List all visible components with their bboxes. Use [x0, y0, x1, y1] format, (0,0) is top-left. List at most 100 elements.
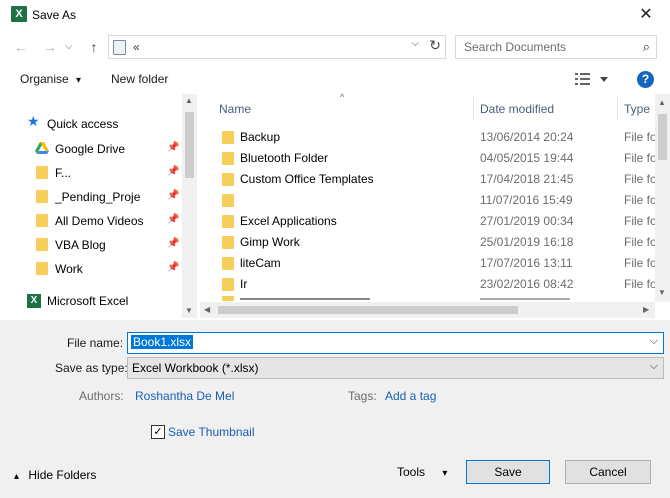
file-row[interactable]: Custom Office Templates 17/04/2018 21:45…: [200, 169, 657, 190]
navigation-pane: ★ Quick access Google Drive 📌 F... 📌 _Pe…: [0, 94, 197, 318]
google-drive-icon: [35, 142, 49, 154]
file-type: File fo: [624, 214, 657, 228]
excel-icon: X: [11, 6, 27, 22]
file-date: 17/04/2018 21:45: [480, 172, 574, 186]
nav-item-work[interactable]: Work 📌: [0, 257, 182, 281]
tags-label: Tags:: [348, 389, 377, 403]
tools-label: Tools: [397, 465, 426, 479]
scroll-up-icon[interactable]: ▲: [658, 98, 666, 107]
back-button[interactable]: ←: [11, 37, 31, 57]
file-name: Custom Office Templates: [240, 172, 374, 186]
pin-icon: 📌: [167, 238, 180, 249]
file-row[interactable]: Gimp Work 25/01/2019 16:18 File fo: [200, 232, 657, 253]
file-name-value: Book1.xlsx: [131, 335, 194, 349]
file-row[interactable]: Ir 23/02/2016 08:42 File fo: [200, 274, 657, 295]
file-name: Backup: [240, 130, 281, 144]
nav-item-folder[interactable]: F... 📌: [0, 161, 182, 185]
address-path: «: [133, 40, 140, 54]
file-row[interactable]: Bluetooth Folder 04/05/2015 19:44 File f…: [200, 148, 657, 169]
file-type: File fo: [624, 235, 657, 249]
save-as-dialog: X Save As ✕ ← → ⌵ ↑ « ⌵ ↻ Search Documen…: [0, 0, 670, 498]
close-button[interactable]: ✕: [631, 4, 661, 26]
nav-item-pending-projects[interactable]: _Pending_Proje 📌: [0, 185, 182, 209]
view-options-button[interactable]: [575, 72, 609, 89]
file-name: Ir: [240, 277, 248, 291]
column-header-type[interactable]: Type: [624, 102, 650, 130]
save-type-value: Excel Workbook (*.xlsx): [132, 361, 259, 375]
window-title: Save As: [32, 8, 77, 22]
command-bar: [0, 64, 670, 94]
new-folder-button[interactable]: New folder: [111, 72, 168, 86]
folder-icon: [36, 262, 48, 275]
pin-icon: 📌: [167, 262, 180, 273]
chevron-down-icon[interactable]: ⌵: [650, 335, 658, 348]
file-type: File fo: [624, 193, 657, 207]
scroll-down-icon[interactable]: ▼: [658, 288, 666, 297]
column-header-date[interactable]: Date modified: [480, 102, 554, 130]
file-name: liteCam: [240, 256, 281, 270]
file-name: Bluetooth Folder: [240, 151, 329, 165]
nav-scroll-thumb[interactable]: [185, 112, 194, 178]
save-button[interactable]: Save: [466, 460, 550, 484]
address-bar[interactable]: « ⌵ ↻: [108, 35, 446, 59]
up-button[interactable]: ↑: [84, 37, 104, 57]
authors-label: Authors:: [79, 389, 124, 403]
hide-folders-button[interactable]: ▴ Hide Folders: [14, 468, 96, 482]
file-name: Excel Applications: [240, 214, 337, 228]
nav-item-label: Google Drive: [55, 142, 126, 156]
forward-button[interactable]: →: [40, 37, 60, 57]
file-list-vertical-scrollbar[interactable]: ▲ ▼: [655, 94, 670, 302]
file-date: 25/01/2019 16:18: [480, 235, 574, 249]
scroll-up-icon[interactable]: ▲: [185, 96, 193, 105]
file-row[interactable]: Excel Applications 27/01/2019 00:34 File…: [200, 211, 657, 232]
file-row[interactable]: 11/07/2016 15:49 File fo: [200, 190, 657, 211]
save-thumbnail-label[interactable]: Save Thumbnail: [168, 425, 255, 439]
address-dropdown-icon[interactable]: ⌵: [411, 38, 419, 49]
folder-icon: [36, 214, 48, 227]
file-type: File fo: [624, 277, 657, 291]
file-row[interactable]: liteCam 17/07/2016 13:11 File fo: [200, 253, 657, 274]
save-type-label: Save as type:: [55, 361, 128, 375]
nav-item-vba-blog[interactable]: VBA Blog 📌: [0, 233, 182, 257]
scroll-left-icon[interactable]: ◀: [204, 305, 210, 314]
horizontal-scroll-thumb[interactable]: [218, 306, 518, 314]
scroll-down-icon[interactable]: ▼: [185, 306, 193, 315]
recent-locations-dropdown[interactable]: ⌵: [65, 41, 73, 52]
organise-button[interactable]: Organise ▾: [20, 72, 81, 86]
tools-dropdown-icon: ▾: [442, 468, 448, 479]
column-divider: [617, 97, 618, 121]
search-box[interactable]: Search Documents ⌕: [455, 35, 657, 59]
add-tag-link[interactable]: Add a tag: [385, 389, 436, 403]
file-list-scroll-thumb[interactable]: [658, 114, 667, 160]
file-name: Gimp Work: [240, 235, 300, 249]
folder-icon: [222, 257, 234, 270]
nav-scrollbar[interactable]: ▲ ▼: [182, 94, 197, 318]
nav-item-label: All Demo Videos: [55, 214, 144, 228]
authors-value[interactable]: Roshantha De Mel: [135, 389, 234, 403]
excel-icon: X: [27, 294, 41, 308]
file-name-input[interactable]: Book1.xlsx ⌵: [127, 332, 664, 354]
nav-item-microsoft-excel[interactable]: X Microsoft Excel: [0, 289, 182, 313]
nav-item-label: F...: [55, 166, 72, 180]
title-bar: [0, 0, 670, 30]
details-view-icon: [575, 73, 608, 85]
scroll-right-icon[interactable]: ▶: [643, 305, 649, 314]
save-thumbnail-checkbox[interactable]: ✓: [151, 425, 165, 439]
nav-item-google-drive[interactable]: Google Drive 📌: [0, 137, 182, 161]
pin-icon: 📌: [167, 214, 180, 225]
cancel-button[interactable]: Cancel: [565, 460, 651, 484]
nav-item-all-demo-videos[interactable]: All Demo Videos 📌: [0, 209, 182, 233]
folder-icon: [222, 278, 234, 291]
nav-item-label: VBA Blog: [55, 238, 106, 252]
save-type-select[interactable]: Excel Workbook (*.xlsx) ⌵: [127, 357, 664, 379]
tools-button[interactable]: Tools ▾: [397, 465, 447, 479]
chevron-down-icon: ⌵: [649, 360, 658, 372]
column-divider: [473, 97, 474, 121]
help-icon[interactable]: ?: [637, 71, 654, 88]
file-list-horizontal-scrollbar[interactable]: ◀ ▶: [200, 302, 655, 318]
column-header-name[interactable]: Name: [219, 102, 251, 130]
organise-dropdown-icon: ▾: [76, 75, 82, 86]
file-row[interactable]: Backup 13/06/2014 20:24 File fo: [200, 127, 657, 148]
search-icon[interactable]: ⌕: [643, 39, 650, 55]
refresh-icon[interactable]: ↻: [429, 37, 441, 54]
